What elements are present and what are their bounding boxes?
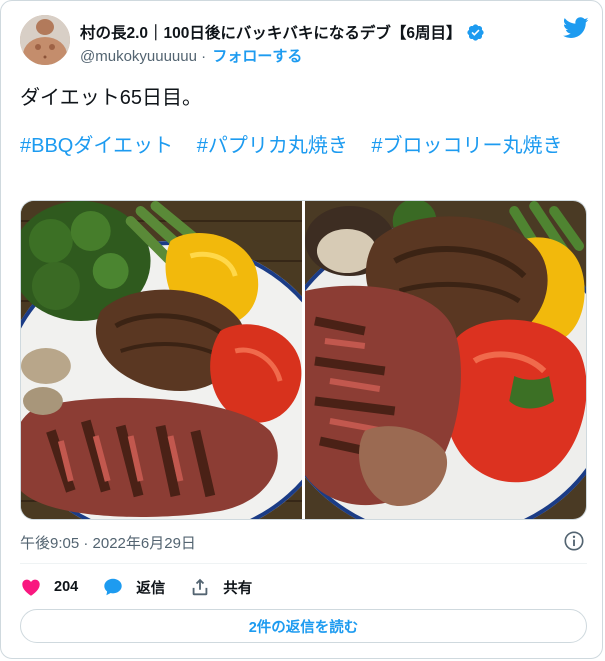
like-count: 204: [54, 579, 79, 595]
author-handle-row: @mukokyuuuuuu · フォローする: [80, 45, 302, 66]
tweet-media: [20, 200, 587, 520]
tweet-card: 村の長2.0｜100日後にバッキバキになるデブ【6周目】 @mukokyuuuu…: [0, 0, 603, 659]
photo-bbq-plate-1: [21, 201, 302, 519]
photo-2[interactable]: [305, 201, 586, 519]
verified-badge-icon: [466, 23, 484, 41]
read-replies-button[interactable]: 2件の返信を読む: [20, 609, 587, 643]
avatar-image: [20, 15, 70, 65]
reply-label: 返信: [136, 580, 166, 597]
hashtag-bbq-diet[interactable]: #BBQダイエット: [20, 135, 173, 157]
reply-button[interactable]: 返信: [102, 576, 165, 598]
twitter-bird-icon[interactable]: [563, 17, 589, 39]
handle-separator: ·: [201, 48, 207, 65]
avatar[interactable]: [20, 15, 70, 65]
tweet-timestamp[interactable]: 午後9:05 · 2022年6月29日: [20, 532, 196, 553]
author-handle[interactable]: @mukokyuuuuuu: [80, 48, 197, 65]
hashtag-list: #BBQダイエット #パプリカ丸焼き #ブロッコリー丸焼き: [20, 133, 590, 159]
reply-bubble-icon: [104, 578, 122, 596]
like-button[interactable]: 204: [20, 576, 78, 598]
share-icon: [192, 578, 208, 596]
follow-link[interactable]: フォローする: [212, 48, 302, 65]
divider: [20, 563, 587, 564]
photo-1[interactable]: [21, 201, 302, 519]
share-label: 共有: [223, 580, 253, 597]
author-display-name[interactable]: 村の長2.0｜100日後にバッキバキになるデブ【6周目】: [80, 21, 462, 43]
hashtag-broccoli[interactable]: #ブロッコリー丸焼き: [371, 135, 562, 157]
share-button[interactable]: 共有: [189, 576, 252, 598]
photo-bbq-plate-2: [305, 201, 586, 519]
heart-icon: [22, 579, 40, 596]
info-icon[interactable]: [563, 530, 585, 552]
tweet-text: ダイエット65日目。: [20, 87, 203, 109]
author-name-row[interactable]: 村の長2.0｜100日後にバッキバキになるデブ【6周目】: [80, 21, 485, 43]
hashtag-paprika[interactable]: #パプリカ丸焼き: [197, 135, 348, 157]
tweet-actions: 204 返信 共有: [20, 575, 276, 599]
